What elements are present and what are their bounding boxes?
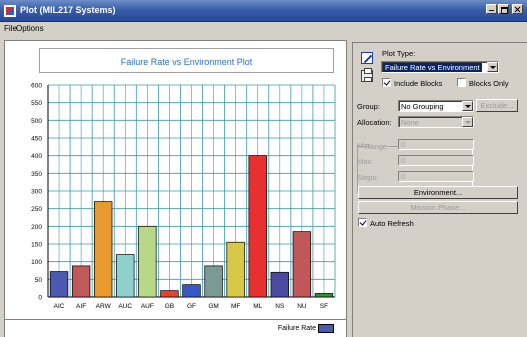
group-value: No Grouping	[401, 102, 444, 111]
menubar: File Options	[0, 22, 527, 36]
steps-label: Steps:	[357, 173, 379, 182]
x-tick-label: GM	[208, 303, 218, 310]
allocation-value: None	[401, 118, 419, 127]
bar-ns[interactable]	[270, 271, 289, 298]
x-tick-label: GF	[187, 303, 196, 310]
bar-aif[interactable]	[71, 265, 91, 298]
bar-mf[interactable]	[226, 241, 245, 298]
max-field[interactable]: 0	[398, 155, 474, 166]
chevron-down-icon[interactable]	[487, 62, 498, 72]
x-tick-label: GB	[165, 303, 174, 310]
allocation-label: Allocation:	[357, 118, 392, 127]
y-tick-label: 150	[31, 242, 42, 249]
legend-label: Failure Rate	[277, 325, 316, 332]
bar-gm[interactable]	[204, 265, 223, 298]
x-tick-label: ML	[253, 303, 262, 310]
bar-auf[interactable]	[138, 225, 157, 298]
y-tick-label: 250	[31, 206, 42, 213]
x-tick-label: ARW	[96, 303, 112, 310]
bar-arw[interactable]	[94, 201, 113, 298]
chart-legend: Failure Rate	[5, 319, 346, 337]
bar-chart: 600550500450400350300250200150100500AIC A…	[31, 83, 336, 310]
min-label: Min:	[357, 141, 372, 150]
blocks-only-label: Blocks Only	[469, 79, 509, 88]
x-tick-label: AIC	[54, 303, 65, 310]
bar-nu[interactable]	[292, 231, 312, 298]
steps-value: 0	[401, 172, 406, 181]
x-tick-label: MF	[231, 303, 240, 310]
window-title: Plot (MIL217 Systems)	[20, 5, 116, 15]
close-button[interactable]	[512, 4, 523, 14]
app-icon	[4, 5, 16, 17]
y-tick-label: 50	[35, 277, 43, 284]
x-tick-label: SF	[320, 303, 328, 310]
group-label: Group:	[357, 102, 380, 111]
bar-aic[interactable]	[49, 271, 69, 298]
min-value: 0	[401, 140, 406, 149]
x-tick-label: AUF	[141, 303, 154, 310]
y-tick-label: 400	[31, 153, 42, 160]
menu-options[interactable]: Options	[16, 24, 44, 33]
y-tick-label: 200	[31, 224, 42, 231]
bar-ml[interactable]	[248, 155, 267, 298]
plot-type-select[interactable]: Failure Rate vs Environment	[381, 61, 499, 73]
edit-plot-icon[interactable]	[361, 52, 373, 64]
max-value: 0	[401, 156, 406, 165]
y-tick-label: 550	[31, 100, 42, 107]
bar-auc[interactable]	[116, 254, 135, 298]
chevron-down-icon[interactable]	[462, 117, 473, 127]
x-tick-label: AUC	[118, 303, 132, 310]
y-tick-label: 500	[31, 118, 42, 125]
minimize-button[interactable]	[486, 4, 497, 14]
x-tick-label: NS	[275, 303, 285, 310]
chevron-down-icon[interactable]	[462, 101, 473, 111]
window-controls	[486, 4, 523, 14]
legend-swatch	[318, 324, 334, 333]
allocation-select[interactable]: None	[398, 116, 474, 128]
x-tick-label: AIF	[76, 303, 86, 310]
plot-type-value: Failure Rate vs Environment	[383, 63, 482, 72]
include-blocks-checkbox[interactable]	[382, 78, 391, 87]
blocks-only-checkbox[interactable]	[457, 78, 466, 87]
maximize-button[interactable]	[498, 4, 509, 14]
y-tick-label: 0	[38, 295, 42, 302]
bar-sf[interactable]	[314, 293, 334, 298]
legend-item-failure-rate: Failure Rate	[278, 324, 334, 333]
bar-gf[interactable]	[182, 284, 201, 298]
plot-type-label: Plot Type:	[382, 49, 416, 58]
print-icon[interactable]	[361, 68, 373, 82]
group-select[interactable]: No Grouping	[398, 100, 474, 112]
plot-settings-panel: Plot Type: Failure Rate vs Environment I…	[352, 42, 527, 337]
y-tick-label: 600	[31, 83, 42, 90]
steps-field[interactable]: 0	[398, 171, 474, 182]
y-tick-label: 350	[31, 171, 42, 178]
max-label: Max:	[357, 157, 374, 166]
chart-panel: Failure Rate vs Environment Plot 600 550 5…	[4, 40, 347, 337]
environment-button[interactable]: Environment...	[358, 186, 518, 199]
y-tick-label: 450	[31, 136, 42, 143]
x-tick-label: NU	[297, 303, 307, 310]
min-field[interactable]: 0	[398, 139, 474, 150]
exclude-button[interactable]: Exclude...	[476, 99, 518, 112]
bar-gb[interactable]	[160, 290, 179, 298]
include-blocks-label: Include Blocks	[394, 79, 443, 88]
auto-refresh-label: Auto Refresh	[370, 219, 414, 228]
mission-phase-button[interactable]: Mission Phase...	[358, 201, 518, 214]
y-tick-label: 300	[31, 189, 42, 196]
y-tick-label: 100	[31, 259, 42, 266]
menu-file[interactable]: File	[4, 24, 17, 33]
auto-refresh-checkbox[interactable]	[358, 218, 367, 227]
window-titlebar[interactable]: Plot (MIL217 Systems)	[0, 0, 527, 22]
